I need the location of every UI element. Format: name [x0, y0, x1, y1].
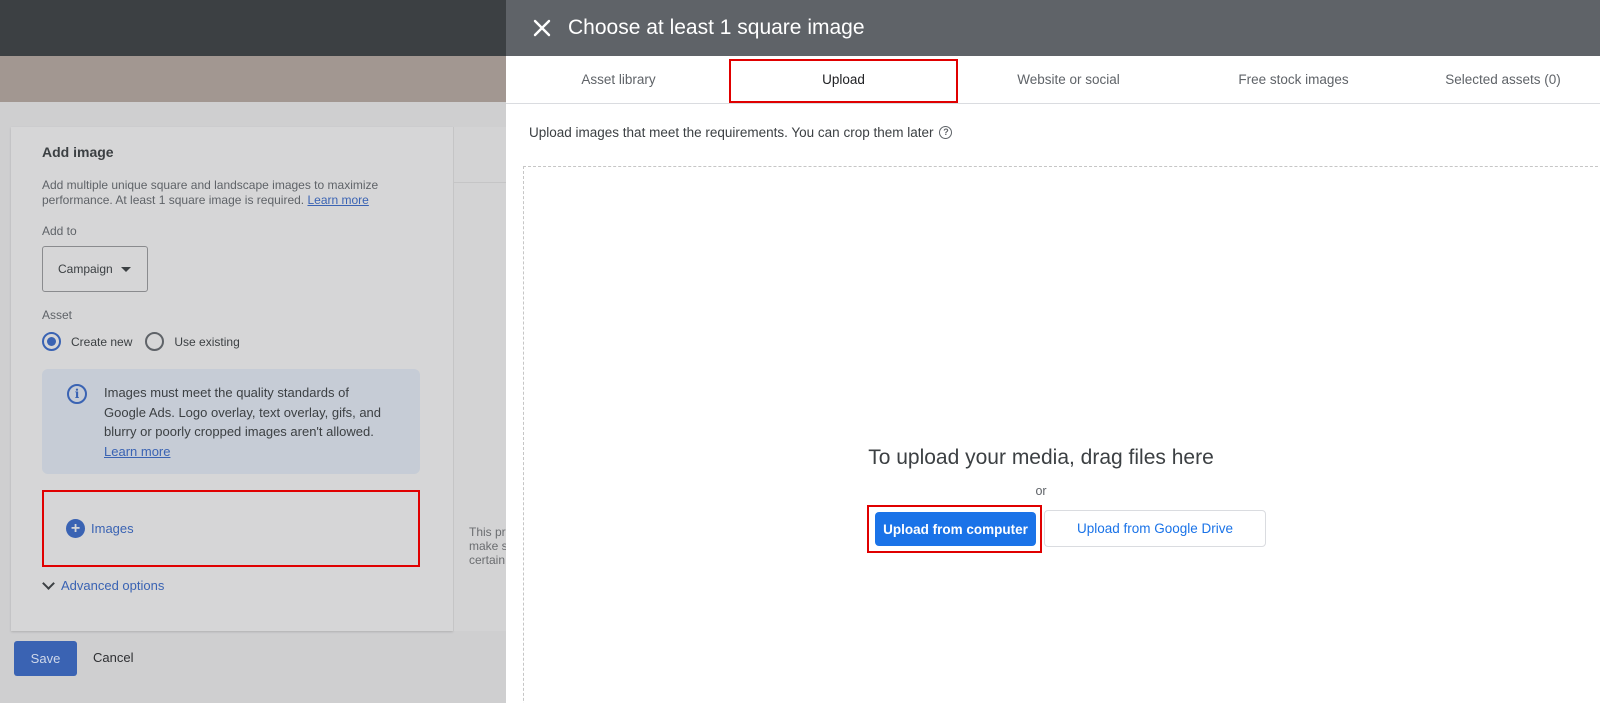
tab-selected-assets[interactable]: Selected assets (0)	[1406, 56, 1600, 103]
create-new-option[interactable]: Create new	[42, 332, 132, 351]
add-to-label: Add to	[42, 224, 77, 238]
add-images-label: Images	[91, 521, 134, 536]
asset-radio-group: Create new Use existing	[42, 332, 253, 351]
create-new-label: Create new	[71, 334, 133, 349]
add-to-value: Campaign	[58, 262, 113, 276]
tab-free-stock-images[interactable]: Free stock images	[1181, 56, 1406, 103]
add-to-select[interactable]: Campaign	[42, 246, 148, 292]
info-learn-more-link[interactable]: Learn more	[104, 444, 170, 459]
save-button[interactable]: Save	[14, 641, 77, 676]
help-icon[interactable]: ?	[939, 126, 953, 139]
radio-checked-icon[interactable]	[42, 332, 61, 351]
dropzone-title: To upload your media, drag files here	[868, 446, 1214, 469]
dropdown-caret-icon	[120, 266, 131, 272]
tab-website-or-social[interactable]: Website or social	[956, 56, 1181, 103]
panel-header: Choose at least 1 square image	[506, 0, 1600, 56]
asset-label: Asset	[42, 308, 73, 322]
advanced-options-label: Advanced options	[61, 578, 165, 593]
preview-card-header	[454, 127, 513, 183]
plus-circle-icon: +	[66, 519, 85, 538]
info-icon: i	[67, 384, 87, 404]
requirements-text: Upload images that meet the requirements…	[529, 125, 953, 140]
panel-title: Choose at least 1 square image	[568, 16, 865, 39]
cancel-button[interactable]: Cancel	[93, 650, 133, 665]
choose-image-panel: Choose at least 1 square image Asset lib…	[506, 0, 1600, 703]
radio-unchecked-icon[interactable]	[145, 332, 165, 351]
quality-info-box: i Images must meet the quality standards…	[42, 369, 420, 474]
upload-dropzone[interactable]	[523, 166, 1600, 703]
preview-card: This pr make s certain	[453, 127, 513, 631]
dropzone-or-text: or	[1035, 484, 1047, 498]
upload-from-drive-button[interactable]: Upload from Google Drive	[1044, 510, 1266, 547]
learn-more-link[interactable]: Learn more	[307, 193, 368, 207]
add-images-button[interactable]: + Images	[42, 490, 420, 567]
use-existing-label: Use existing	[174, 334, 240, 349]
tab-bar: Asset library Upload Website or social F…	[506, 56, 1600, 104]
chevron-down-icon	[42, 577, 55, 590]
add-image-description: Add multiple unique square and landscape…	[42, 178, 379, 207]
upload-from-computer-button[interactable]: Upload from computer	[875, 512, 1036, 546]
close-icon	[533, 19, 551, 37]
add-image-title: Add image	[42, 144, 114, 160]
info-text: Images must meet the quality standards o…	[104, 385, 382, 459]
tab-asset-library[interactable]: Asset library	[506, 56, 731, 103]
close-button[interactable]	[514, 0, 570, 56]
use-existing-option[interactable]: Use existing	[145, 332, 240, 351]
advanced-options-toggle[interactable]: Advanced options	[40, 577, 165, 593]
upload-tab-highlight	[729, 59, 958, 103]
